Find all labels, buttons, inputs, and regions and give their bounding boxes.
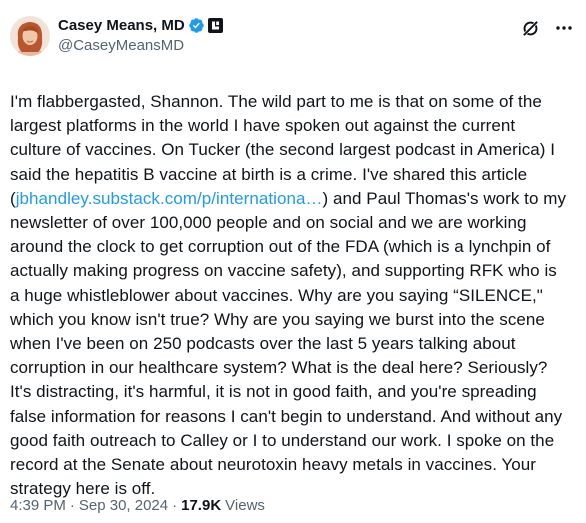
- views-label: Views: [225, 497, 265, 514]
- article-link[interactable]: jbhandley.substack.com/p/internationa…: [16, 189, 323, 208]
- affiliate-badge-icon[interactable]: [207, 17, 223, 33]
- header-actions: [520, 14, 574, 38]
- more-options-icon[interactable]: [554, 18, 574, 38]
- meta-separator-2: ·: [172, 497, 178, 514]
- tweet: Casey Means, MD @CaseyMeansMD I'm flabbe…: [0, 0, 586, 523]
- author-names: Casey Means, MD @CaseyMeansMD: [58, 14, 520, 56]
- tweet-date[interactable]: Sep 30, 2024: [79, 497, 168, 514]
- tweet-text: I'm flabbergasted, Shannon. The wild par…: [10, 90, 574, 501]
- tweet-header: Casey Means, MD @CaseyMeansMD: [10, 14, 574, 62]
- views-count[interactable]: 17.9K: [181, 497, 221, 514]
- meta-separator: ·: [69, 497, 75, 514]
- avatar[interactable]: [10, 16, 50, 56]
- name-row: Casey Means, MD: [58, 14, 520, 36]
- grok-icon[interactable]: [520, 18, 540, 38]
- tweet-meta: 4:39 PM · Sep 30, 2024 · 17.9K Views: [10, 497, 265, 514]
- tweet-text-part2: ) and Paul Thomas's work to my newslette…: [10, 188, 566, 499]
- verified-badge-icon[interactable]: [188, 17, 205, 34]
- display-name[interactable]: Casey Means, MD: [58, 17, 185, 34]
- author-handle[interactable]: @CaseyMeansMD: [58, 36, 520, 56]
- avatar-image: [10, 16, 50, 56]
- tweet-time[interactable]: 4:39 PM: [10, 497, 66, 514]
